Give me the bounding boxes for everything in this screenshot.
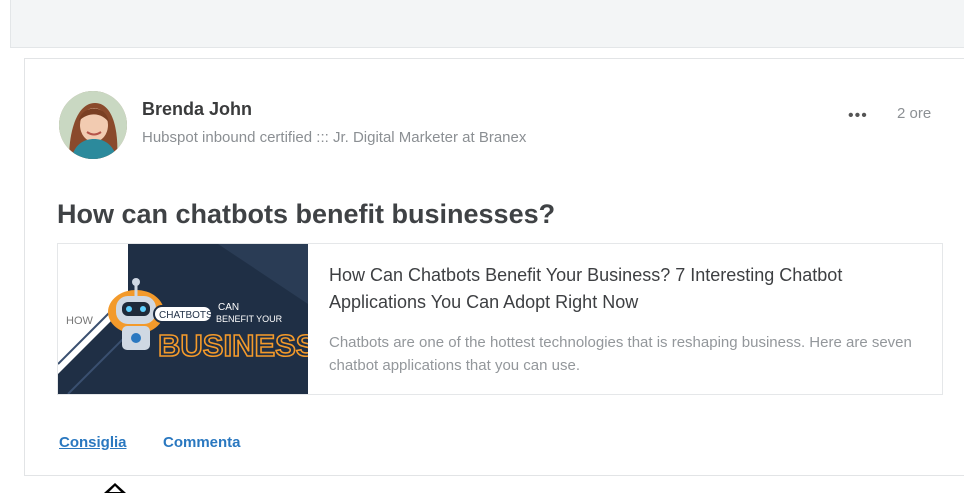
link-thumbnail: HOW CHATBOTS CAN BENEFIT YOUR BUSINESS?	[58, 244, 308, 394]
link-description: Chatbots are one of the hottest technolo…	[329, 334, 912, 374]
author-headline: Hubspot inbound certified ::: Jr. Digita…	[142, 129, 527, 146]
thumb-text-can: CAN	[218, 302, 239, 313]
thumb-text-benefit: BENEFIT YOUR	[216, 314, 283, 324]
author-name[interactable]: Brenda John	[142, 99, 252, 120]
link-preview-card[interactable]: HOW CHATBOTS CAN BENEFIT YOUR BUSINESS? …	[57, 243, 943, 395]
like-button[interactable]: Consiglia	[59, 434, 127, 451]
post-title: How can chatbots benefit businesses?	[57, 199, 556, 229]
mouse-pointer-icon	[104, 480, 126, 498]
thumb-text-chatbots: CHATBOTS	[159, 310, 213, 321]
thumb-text-how: HOW	[66, 315, 94, 327]
post-time: 2 ore	[897, 105, 932, 122]
previous-post-card	[10, 0, 964, 48]
author-avatar[interactable]	[59, 91, 127, 159]
feed-post: Brenda John Hubspot inbound certified ::…	[24, 58, 964, 476]
more-dots-icon[interactable]: •••	[848, 107, 868, 125]
thumb-text-business: BUSINESS?	[158, 328, 308, 363]
comment-button[interactable]: Commenta	[163, 434, 241, 451]
link-title[interactable]: How Can Chatbots Benefit Your Business? …	[329, 262, 919, 316]
